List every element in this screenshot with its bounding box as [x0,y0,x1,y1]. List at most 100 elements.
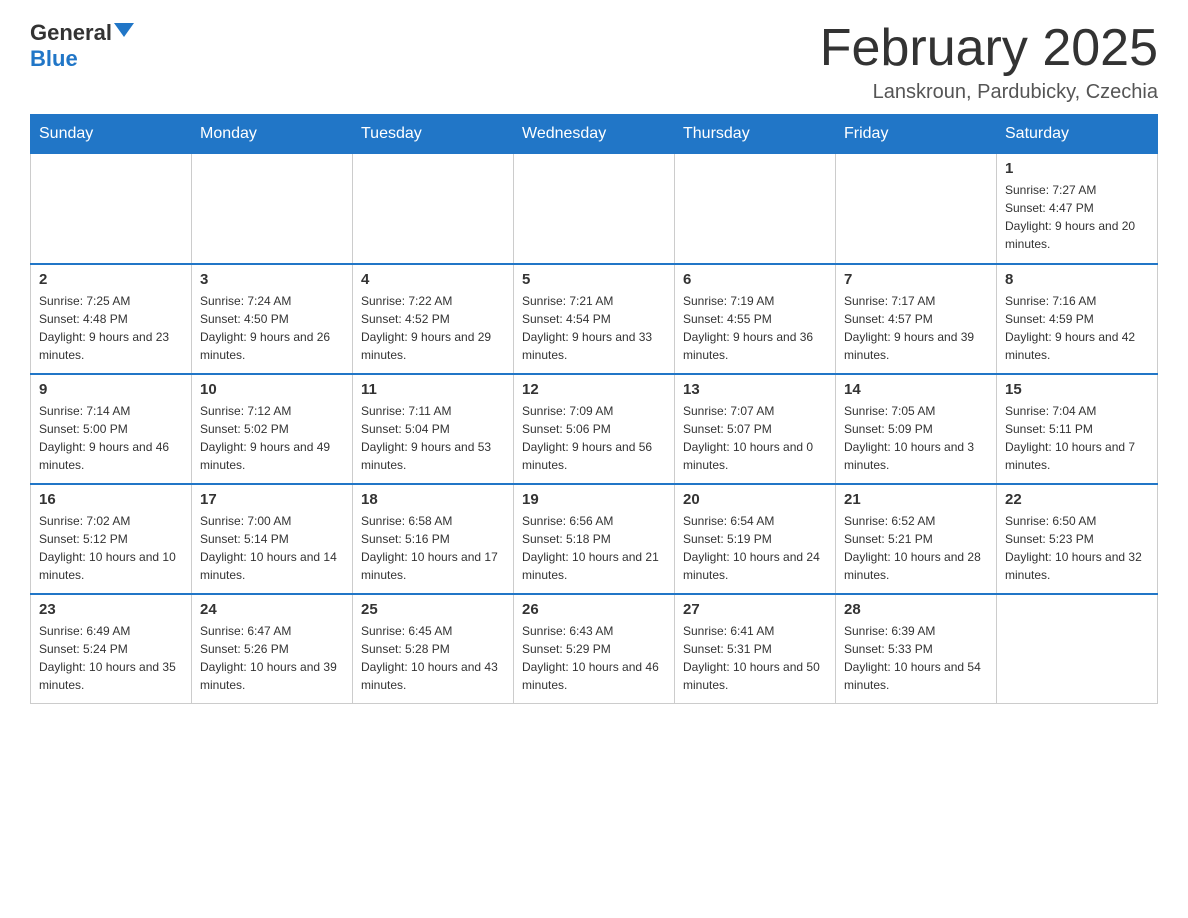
day-info: Sunrise: 6:49 AM Sunset: 5:24 PM Dayligh… [39,622,183,694]
location-subtitle: Lanskroun, Pardubicky, Czechia [820,81,1158,104]
calendar-cell: 4Sunrise: 7:22 AM Sunset: 4:52 PM Daylig… [353,264,514,374]
day-info: Sunrise: 7:09 AM Sunset: 5:06 PM Dayligh… [522,402,666,474]
calendar-cell: 23 Sunrise: 6:49 AM Sunset: 5:24 PM Dayli… [31,594,192,704]
logo: General Blue [30,20,134,72]
calendar-week-row: 2 Sunrise: 7:25 AM Sunset: 4:48 PM Daylig… [31,264,1158,374]
calendar-cell: 21 Sunrise: 6:52 AM Sunset: 5:21 PM Dayli… [836,484,997,594]
calendar-week-row: 9 Sunrise: 7:14 AM Sunset: 5:00 PM Daylig… [31,374,1158,484]
day-info: Sunrise: 7:16 AM Sunset: 4:59 PM Dayligh… [1005,292,1149,364]
day-info: Sunrise: 7:14 AM Sunset: 5:00 PM Dayligh… [39,402,183,474]
day-number: 17 [200,491,344,508]
day-number: 11 [361,381,505,398]
day-number: 21 [844,491,988,508]
day-info: Sunrise: 7:25 AM Sunset: 4:48 PM Dayligh… [39,292,183,364]
weekday-header-saturday: Saturday [997,115,1158,154]
month-title: February 2025 [820,20,1158,77]
calendar-cell: 2 Sunrise: 7:25 AM Sunset: 4:48 PM Daylig… [31,264,192,374]
calendar-cell: 13 Sunrise: 7:07 AM Sunset: 5:07 PM Dayli… [675,374,836,484]
day-info: Sunrise: 6:39 AM Sunset: 5:33 PM Dayligh… [844,622,988,694]
calendar-cell [192,154,353,264]
calendar-cell: 15 Sunrise: 7:04 AM Sunset: 5:11 PM Dayli… [997,374,1158,484]
day-number: 26 [522,601,666,618]
day-number: 3 [200,271,344,288]
day-info: Sunrise: 7:12 AM Sunset: 5:02 PM Dayligh… [200,402,344,474]
calendar-cell [675,154,836,264]
day-number: 4 [361,271,505,288]
day-number: 28 [844,601,988,618]
day-number: 19 [522,491,666,508]
calendar-cell: 14 Sunrise: 7:05 AM Sunset: 5:09 PM Dayli… [836,374,997,484]
day-info: Sunrise: 6:52 AM Sunset: 5:21 PM Dayligh… [844,512,988,584]
day-number: 12 [522,381,666,398]
day-info: Sunrise: 7:07 AM Sunset: 5:07 PM Dayligh… [683,402,827,474]
calendar-cell [997,594,1158,704]
calendar-cell: 5 Sunrise: 7:21 AM Sunset: 4:54 PM Daylig… [514,264,675,374]
day-info: Sunrise: 7:11 AM Sunset: 5:04 PM Dayligh… [361,402,505,474]
calendar-cell: 17 Sunrise: 7:00 AM Sunset: 5:14 PM Dayli… [192,484,353,594]
calendar-week-row: 16Sunrise: 7:02 AM Sunset: 5:12 PM Dayli… [31,484,1158,594]
weekday-header-thursday: Thursday [675,115,836,154]
day-number: 9 [39,381,183,398]
day-info: Sunrise: 7:17 AM Sunset: 4:57 PM Dayligh… [844,292,988,364]
day-number: 22 [1005,491,1149,508]
day-number: 20 [683,491,827,508]
day-info: Sunrise: 6:47 AM Sunset: 5:26 PM Dayligh… [200,622,344,694]
day-info: Sunrise: 7:05 AM Sunset: 5:09 PM Dayligh… [844,402,988,474]
day-number: 27 [683,601,827,618]
day-info: Sunrise: 6:43 AM Sunset: 5:29 PM Dayligh… [522,622,666,694]
day-number: 2 [39,271,183,288]
calendar-table: SundayMondayTuesdayWednesdayThursdayFrid… [30,114,1158,704]
calendar-cell: 19Sunrise: 6:56 AM Sunset: 5:18 PM Dayli… [514,484,675,594]
day-info: Sunrise: 7:19 AM Sunset: 4:55 PM Dayligh… [683,292,827,364]
day-number: 25 [361,601,505,618]
day-number: 15 [1005,381,1149,398]
calendar-week-row: 23 Sunrise: 6:49 AM Sunset: 5:24 PM Dayli… [31,594,1158,704]
day-number: 23 [39,601,183,618]
calendar-cell [353,154,514,264]
calendar-cell: 3 Sunrise: 7:24 AM Sunset: 4:50 PM Daylig… [192,264,353,374]
day-info: Sunrise: 6:41 AM Sunset: 5:31 PM Dayligh… [683,622,827,694]
calendar-cell: 27 Sunrise: 6:41 AM Sunset: 5:31 PM Dayli… [675,594,836,704]
day-info: Sunrise: 6:58 AM Sunset: 5:16 PM Dayligh… [361,512,505,584]
calendar-cell: 1 Sunrise: 7:27 AM Sunset: 4:47 PM Daylig… [997,154,1158,264]
day-number: 13 [683,381,827,398]
logo-text-general: General [30,20,112,46]
day-number: 14 [844,381,988,398]
day-info: Sunrise: 7:27 AM Sunset: 4:47 PM Dayligh… [1005,181,1149,253]
day-number: 10 [200,381,344,398]
day-number: 6 [683,271,827,288]
calendar-cell: 26 Sunrise: 6:43 AM Sunset: 5:29 PM Dayli… [514,594,675,704]
weekday-header-sunday: Sunday [31,115,192,154]
calendar-cell: 7 Sunrise: 7:17 AM Sunset: 4:57 PM Daylig… [836,264,997,374]
calendar-cell [514,154,675,264]
calendar-cell: 8 Sunrise: 7:16 AM Sunset: 4:59 PM Daylig… [997,264,1158,374]
day-info: Sunrise: 6:45 AM Sunset: 5:28 PM Dayligh… [361,622,505,694]
weekday-header-friday: Friday [836,115,997,154]
calendar-cell: 18 Sunrise: 6:58 AM Sunset: 5:16 PM Dayli… [353,484,514,594]
day-number: 7 [844,271,988,288]
calendar-header-row: SundayMondayTuesdayWednesdayThursdayFrid… [31,115,1158,154]
day-info: Sunrise: 7:21 AM Sunset: 4:54 PM Dayligh… [522,292,666,364]
calendar-cell: 9 Sunrise: 7:14 AM Sunset: 5:00 PM Daylig… [31,374,192,484]
title-area: February 2025 Lanskroun, Pardubicky, Cze… [820,20,1158,104]
day-number: 16 [39,491,183,508]
weekday-header-tuesday: Tuesday [353,115,514,154]
day-info: Sunrise: 7:04 AM Sunset: 5:11 PM Dayligh… [1005,402,1149,474]
calendar-cell: 11 Sunrise: 7:11 AM Sunset: 5:04 PM Dayli… [353,374,514,484]
day-number: 5 [522,271,666,288]
day-info: Sunrise: 7:24 AM Sunset: 4:50 PM Dayligh… [200,292,344,364]
day-number: 18 [361,491,505,508]
calendar-cell: 25 Sunrise: 6:45 AM Sunset: 5:28 PM Dayli… [353,594,514,704]
day-number: 1 [1005,160,1149,177]
calendar-cell: 10 Sunrise: 7:12 AM Sunset: 5:02 PM Dayli… [192,374,353,484]
calendar-cell: 16Sunrise: 7:02 AM Sunset: 5:12 PM Dayli… [31,484,192,594]
day-info: Sunrise: 7:00 AM Sunset: 5:14 PM Dayligh… [200,512,344,584]
calendar-cell [836,154,997,264]
calendar-cell: 28 Sunrise: 6:39 AM Sunset: 5:33 PM Dayli… [836,594,997,704]
day-info: Sunrise: 6:50 AM Sunset: 5:23 PM Dayligh… [1005,512,1149,584]
page-header: General Blue February 2025 Lanskroun, Pa… [30,20,1158,104]
calendar-cell: 12 Sunrise: 7:09 AM Sunset: 5:06 PM Dayli… [514,374,675,484]
day-number: 8 [1005,271,1149,288]
calendar-cell: 6 Sunrise: 7:19 AM Sunset: 4:55 PM Daylig… [675,264,836,374]
weekday-header-monday: Monday [192,115,353,154]
